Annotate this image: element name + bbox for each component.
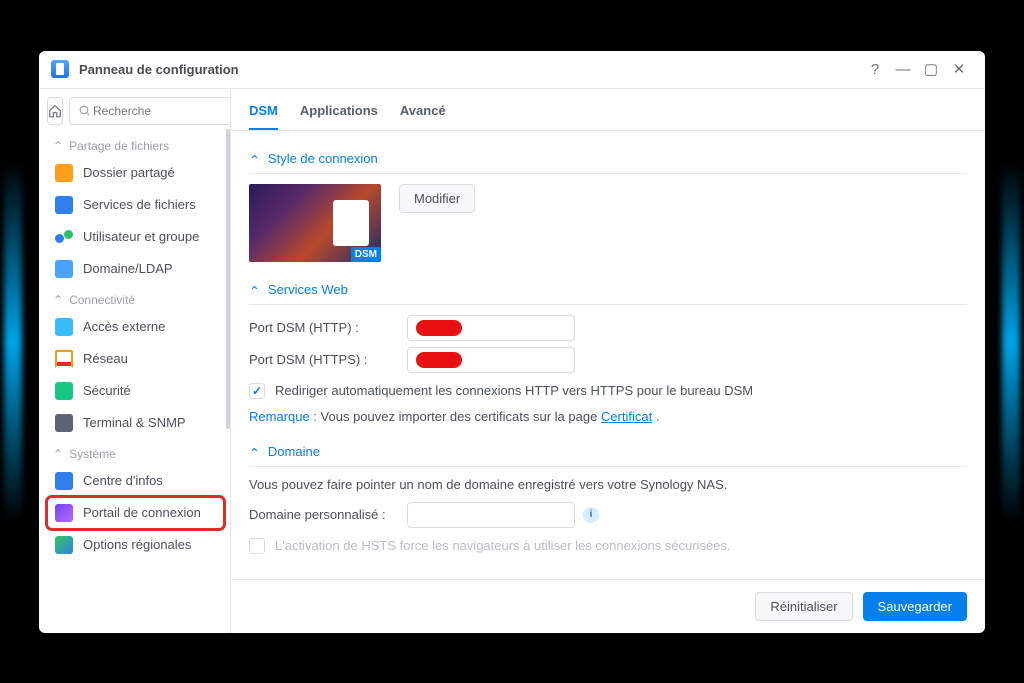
modify-button[interactable]: Modifier xyxy=(399,184,475,213)
footer: Réinitialiser Sauvegarder xyxy=(231,579,985,633)
hsts-checkbox xyxy=(249,538,265,554)
control-panel-window: Panneau de configuration ? — ▢ ✕ ⌃ Parta… xyxy=(39,51,985,633)
tab-applications[interactable]: Applications xyxy=(300,99,378,130)
https-port-input[interactable] xyxy=(407,347,575,373)
login-style-thumbnail[interactable]: DSM xyxy=(249,184,381,262)
sidebar-item-regional-options[interactable]: Options régionales xyxy=(47,529,224,561)
section-head-domain[interactable]: ⌄ Domaine xyxy=(249,438,967,466)
sidebar-section-system[interactable]: ⌃ Système xyxy=(47,439,224,465)
help-button[interactable]: ? xyxy=(861,55,889,83)
hsts-label: L'activation de HSTS force les navigateu… xyxy=(275,538,731,553)
redirect-https-label: Rediriger automatiquement les connexions… xyxy=(275,383,753,398)
redacted-value xyxy=(416,320,462,336)
section-domain: ⌄ Domaine Vous pouvez faire pointer un n… xyxy=(249,438,967,554)
sidebar-item-security[interactable]: Sécurité xyxy=(47,375,224,407)
custom-domain-input[interactable] xyxy=(407,502,575,528)
file-icon xyxy=(55,196,73,214)
section-web-services: ⌄ Services Web Port DSM (HTTP) : Port DS… xyxy=(249,276,967,424)
sidebar-item-external-access[interactable]: Accès externe xyxy=(47,311,224,343)
sidebar-section-connectivity[interactable]: ⌃ Connectivité xyxy=(47,285,224,311)
section-login-style: ⌄ Style de connexion DSM Modifier xyxy=(249,145,967,262)
sidebar-item-login-portal[interactable]: Portail de connexion xyxy=(47,497,224,529)
domain-description: Vous pouvez faire pointer un nom de doma… xyxy=(249,477,967,492)
folder-icon xyxy=(55,164,73,182)
certificate-note: Remarque : Vous pouvez importer des cert… xyxy=(249,409,967,424)
tab-bar: DSM Applications Avancé xyxy=(231,89,985,131)
certificate-link[interactable]: Certificat xyxy=(601,409,652,424)
portal-icon xyxy=(55,504,73,522)
reset-button[interactable]: Réinitialiser xyxy=(755,592,852,621)
link-icon xyxy=(55,318,73,336)
info-icon[interactable]: i xyxy=(583,507,599,523)
chevron-up-icon: ⌄ xyxy=(249,282,260,298)
search-field[interactable] xyxy=(69,97,231,125)
chevron-up-icon: ⌄ xyxy=(249,444,260,460)
search-input[interactable] xyxy=(91,103,231,119)
section-head-login-style[interactable]: ⌄ Style de connexion xyxy=(249,145,967,173)
http-port-input[interactable] xyxy=(407,315,575,341)
sidebar-item-file-services[interactable]: Services de fichiers xyxy=(47,189,224,221)
home-button[interactable] xyxy=(47,97,63,125)
search-icon xyxy=(78,104,91,117)
redirect-https-checkbox[interactable] xyxy=(249,383,265,399)
chevron-up-icon: ⌃ xyxy=(53,293,63,307)
tab-dsm[interactable]: DSM xyxy=(249,99,278,130)
sidebar-section-file-sharing[interactable]: ⌃ Partage de fichiers xyxy=(47,131,224,157)
sidebar-item-user-group[interactable]: Utilisateur et groupe xyxy=(47,221,224,253)
sidebar-item-terminal-snmp[interactable]: Terminal & SNMP xyxy=(47,407,224,439)
save-button[interactable]: Sauvegarder xyxy=(863,592,967,621)
sidebar-item-network[interactable]: Réseau xyxy=(47,343,224,375)
sidebar-item-domain-ldap[interactable]: Domaine/LDAP xyxy=(47,253,224,285)
titlebar: Panneau de configuration ? — ▢ ✕ xyxy=(39,51,985,89)
section-head-web-services[interactable]: ⌄ Services Web xyxy=(249,276,967,304)
globe-icon xyxy=(55,536,73,554)
user-group-icon xyxy=(55,228,73,246)
close-button[interactable]: ✕ xyxy=(945,55,973,83)
chevron-up-icon: ⌃ xyxy=(53,139,63,153)
content-pane: DSM Applications Avancé ⌄ Style de conne… xyxy=(231,89,985,633)
info-icon xyxy=(55,472,73,490)
sidebar-item-info-center[interactable]: Centre d'infos xyxy=(47,465,224,497)
ldap-icon xyxy=(55,260,73,278)
sidebar: ⌃ Partage de fichiers Dossier partagé Se… xyxy=(39,89,231,633)
network-icon xyxy=(55,350,73,368)
content-scroll[interactable]: ⌄ Style de connexion DSM Modifier xyxy=(231,131,985,579)
sidebar-item-shared-folder[interactable]: Dossier partagé xyxy=(47,157,224,189)
https-port-label: Port DSM (HTTPS) : xyxy=(249,352,407,367)
app-icon xyxy=(51,60,69,78)
shield-icon xyxy=(55,382,73,400)
tab-advanced[interactable]: Avancé xyxy=(400,99,446,130)
custom-domain-label: Domaine personnalisé : xyxy=(249,507,407,522)
chevron-up-icon: ⌄ xyxy=(249,151,260,167)
dsm-badge: DSM xyxy=(351,247,381,262)
maximize-button[interactable]: ▢ xyxy=(917,55,945,83)
window-title: Panneau de configuration xyxy=(79,62,861,77)
minimize-button[interactable]: — xyxy=(889,55,917,83)
redacted-value xyxy=(416,352,462,368)
chevron-up-icon: ⌃ xyxy=(53,447,63,461)
terminal-icon xyxy=(55,414,73,432)
http-port-label: Port DSM (HTTP) : xyxy=(249,320,407,335)
